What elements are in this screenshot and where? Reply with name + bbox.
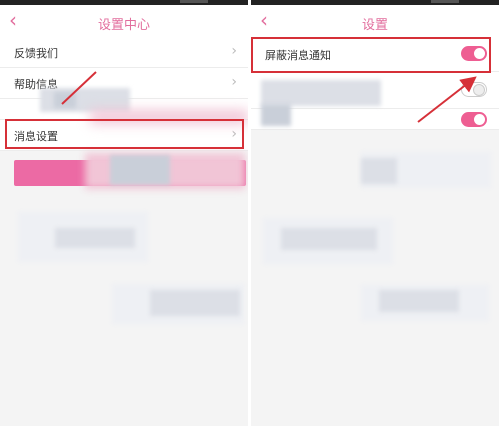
blur-patch (110, 155, 170, 185)
setting-toggle[interactable] (461, 112, 487, 127)
settings-item-label: 反馈我们 (14, 47, 58, 60)
right-screen: ‹ 设置 屏蔽消息通知 (251, 0, 499, 426)
highlight-box (251, 37, 491, 73)
chevron-right-icon: › (231, 74, 237, 90)
setting-toggle[interactable] (461, 82, 487, 97)
status-icons (431, 0, 459, 3)
blur-patch (55, 228, 135, 248)
highlight-box (5, 119, 244, 149)
settings-item-feedback[interactable]: 反馈我们 › (0, 37, 248, 68)
status-icons (180, 0, 208, 3)
blur-patch (261, 80, 381, 106)
nav-bar: ‹ 设置 (251, 5, 499, 38)
chevron-right-icon: › (231, 43, 237, 59)
left-screen: ‹ 设置中心 反馈我们 › 帮助信息 › 消息设置 › (0, 0, 248, 426)
blur-patch (150, 290, 240, 316)
toggle-knob (474, 114, 485, 125)
blur-patch (261, 104, 291, 126)
nav-bar: ‹ 设置中心 (0, 5, 248, 38)
blur-patch (361, 158, 397, 184)
page-title: 设置中心 (97, 18, 150, 33)
blur-patch (54, 92, 76, 108)
blur-patch (281, 228, 377, 250)
toggle-knob (473, 84, 485, 96)
blur-patch (379, 290, 459, 312)
page-title: 设置 (361, 18, 388, 33)
